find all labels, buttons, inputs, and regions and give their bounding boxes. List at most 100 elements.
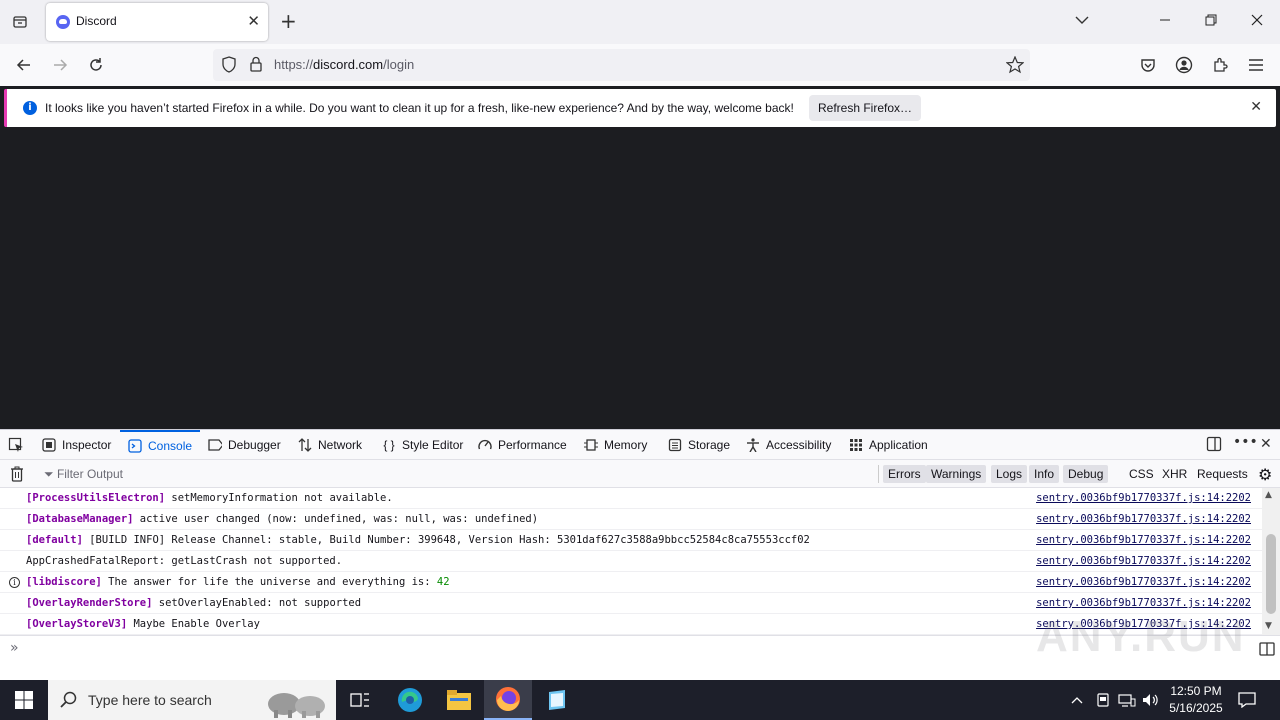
account-icon[interactable] [1172, 53, 1196, 77]
network-tray-icon[interactable] [1118, 680, 1136, 720]
navigation-bar: https://discord.com/login [0, 44, 1280, 86]
tab-performance[interactable]: Performance [478, 430, 567, 459]
close-window-button[interactable] [1245, 8, 1269, 32]
tab-accessibility[interactable]: Accessibility [746, 430, 831, 459]
accessibility-icon [746, 437, 760, 452]
shield-icon[interactable] [221, 56, 237, 77]
scroll-down-icon[interactable]: ▼ [1265, 621, 1272, 631]
tab-console[interactable]: Console [120, 430, 200, 459]
log-source-link[interactable]: sentry.0036bf9b1770337f.js:14:2202 [1036, 530, 1251, 550]
filter-debug-button[interactable]: Debug [1063, 465, 1109, 483]
app-menu-icon[interactable] [1244, 53, 1268, 77]
pocket-icon[interactable] [1136, 53, 1160, 77]
refresh-firefox-notification: i It looks like you haven’t started Fire… [4, 89, 1276, 127]
minimize-button[interactable] [1153, 8, 1177, 32]
close-devtools-icon[interactable]: ✕ [1260, 436, 1272, 452]
memory-icon [584, 438, 598, 452]
back-button[interactable] [12, 53, 36, 77]
scrollbar-thumb[interactable] [1266, 534, 1276, 614]
windows-taskbar: Type here to search 12:50 PM 5/16/2025 [0, 680, 1280, 720]
style-editor-icon: { } [383, 437, 395, 452]
console-scrollbar[interactable]: ▲ ▼ [1262, 488, 1280, 635]
tab-memory[interactable]: Memory [584, 430, 647, 459]
notepad-icon[interactable] [533, 680, 581, 720]
application-icon [849, 438, 863, 452]
edge-icon[interactable] [386, 680, 434, 720]
anyrun-watermark: ANY.RUN [1036, 612, 1246, 661]
filter-icon: ⏷ [44, 467, 57, 481]
bookmark-star-icon[interactable] [1005, 55, 1025, 77]
url-text[interactable]: https://discord.com/login [274, 57, 414, 72]
network-icon [298, 437, 312, 452]
new-tab-button[interactable]: + [280, 10, 297, 32]
close-notification-icon[interactable]: ✕ [1250, 99, 1262, 115]
show-hidden-icons-icon[interactable] [1071, 680, 1083, 720]
tab-debugger[interactable]: Debugger [208, 430, 281, 459]
devtools-tabbar: Inspector Console Debugger Network { } St… [0, 430, 1280, 460]
performance-icon [478, 438, 492, 452]
forward-button[interactable] [48, 53, 72, 77]
tab-application[interactable]: Application [849, 430, 928, 459]
scroll-up-icon[interactable]: ▲ [1265, 490, 1272, 500]
restore-button[interactable] [1199, 8, 1223, 32]
url-bar[interactable]: https://discord.com/login [213, 49, 1030, 81]
filter-xhr-button[interactable]: XHR [1157, 465, 1192, 483]
tab-network[interactable]: Network [298, 430, 362, 459]
search-icon [60, 691, 78, 712]
log-row: [ProcessUtilsElectron] setMemoryInformat… [0, 488, 1262, 509]
firefox-icon[interactable] [484, 680, 532, 720]
close-tab-icon[interactable]: ✕ [247, 13, 260, 29]
file-explorer-icon[interactable] [435, 680, 483, 720]
debugger-icon [208, 438, 222, 452]
more-options-icon[interactable]: ••• [1233, 434, 1258, 450]
log-source-link[interactable]: sentry.0036bf9b1770337f.js:14:2202 [1036, 572, 1251, 592]
console-icon [128, 438, 142, 453]
refresh-firefox-button[interactable]: Refresh Firefox… [809, 95, 921, 121]
filter-errors-button[interactable]: Errors [883, 465, 926, 483]
log-source-link[interactable]: sentry.0036bf9b1770337f.js:14:2202 [1036, 488, 1251, 508]
taskbar-clock[interactable]: 12:50 PM 5/16/2025 [1166, 683, 1226, 717]
trash-icon[interactable] [10, 466, 24, 485]
log-row: [DatabaseManager] active user changed (n… [0, 509, 1262, 530]
editor-mode-icon[interactable] [1259, 642, 1275, 659]
filter-logs-button[interactable]: Logs [991, 465, 1028, 483]
log-row: AppCrashedFatalReport: getLastCrash not … [0, 551, 1262, 572]
tab-strip: Discord ✕ + [0, 0, 1280, 44]
filter-output-input[interactable]: ⏷ Filter Output [44, 467, 123, 482]
notifications-icon[interactable] [1238, 680, 1256, 720]
log-source-link[interactable]: sentry.0036bf9b1770337f.js:14:2202 [1036, 509, 1251, 529]
extensions-icon[interactable] [1208, 53, 1232, 77]
tab-storage[interactable]: Storage [668, 430, 730, 459]
info-icon: i [9, 577, 20, 588]
lock-icon[interactable] [249, 56, 263, 75]
browser-tab[interactable]: Discord ✕ [46, 3, 268, 41]
list-all-tabs-icon[interactable] [1070, 8, 1094, 32]
console-settings-gear-icon[interactable]: ⚙ [1258, 465, 1272, 484]
filter-requests-button[interactable]: Requests [1192, 465, 1253, 483]
tab-style-editor[interactable]: { } Style Editor [382, 430, 463, 459]
info-icon: i [23, 101, 37, 115]
console-toolbar: ⏷ Filter Output Errors Warnings Logs Inf… [0, 460, 1280, 488]
task-view-icon[interactable] [336, 680, 384, 720]
log-source-link[interactable]: sentry.0036bf9b1770337f.js:14:2202 [1036, 551, 1251, 571]
tab-inspector[interactable]: Inspector [42, 430, 111, 459]
filter-css-button[interactable]: CSS [1124, 465, 1159, 483]
device-icon[interactable] [1096, 680, 1110, 720]
tab-list-icon[interactable] [8, 10, 32, 34]
filter-info-button[interactable]: Info [1029, 465, 1060, 483]
pick-element-icon[interactable] [8, 430, 24, 459]
prompt-chevron-icon: » [10, 640, 19, 656]
reload-button[interactable] [84, 53, 108, 77]
log-source-link[interactable]: sentry.0036bf9b1770337f.js:14:2202 [1036, 593, 1251, 613]
windows-start-icon[interactable] [0, 680, 48, 720]
volume-icon[interactable] [1142, 680, 1160, 720]
taskbar-search-box[interactable]: Type here to search [48, 680, 336, 720]
notification-message: It looks like you haven’t started Firefo… [45, 101, 794, 115]
dock-side-icon[interactable] [1206, 436, 1222, 456]
toolbar-divider [878, 465, 879, 483]
filter-warnings-button[interactable]: Warnings [926, 465, 987, 483]
storage-icon [668, 438, 682, 452]
log-row: [default] [BUILD INFO] Release Channel: … [0, 530, 1262, 551]
log-row: [OverlayRenderStore] setOverlayEnabled: … [0, 593, 1262, 614]
search-highlight-elephants-icon [262, 684, 332, 720]
